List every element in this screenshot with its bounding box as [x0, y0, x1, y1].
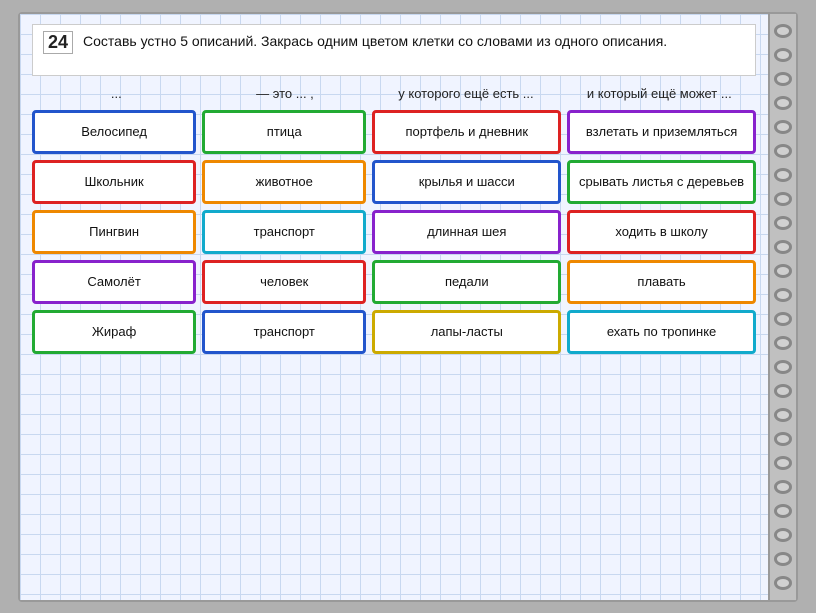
- spiral-ring: [774, 144, 792, 158]
- cell-r1-c1: Велосипед: [32, 110, 196, 154]
- spiral-ring: [774, 96, 792, 110]
- spiral-ring: [774, 72, 792, 86]
- table-row: Велосипед птица портфель и дневник взлет…: [32, 110, 756, 154]
- spiral-ring: [774, 336, 792, 350]
- task-header: 24 Составь устно 5 описаний. Закрась одн…: [32, 24, 756, 76]
- task-text: Составь устно 5 описаний. Закрась одним …: [83, 31, 667, 52]
- spiral-ring: [774, 264, 792, 278]
- spiral-ring: [774, 312, 792, 326]
- cell-r5-c3: лапы-ласты: [372, 310, 561, 354]
- spiral-ring: [774, 24, 792, 38]
- cell-r5-c2: транспорт: [202, 310, 366, 354]
- notebook-content: 24 Составь устно 5 описаний. Закрась одн…: [20, 14, 768, 600]
- cell-r2-c4: срывать листья с деревьев: [567, 160, 756, 204]
- col-header-3: у которого ещё есть ...: [371, 84, 560, 105]
- col-header-2: — это ... ,: [203, 84, 368, 105]
- col-header-4: и который ещё может ...: [565, 84, 754, 105]
- cell-r2-c3: крылья и шасси: [372, 160, 561, 204]
- col-header-1: ...: [34, 84, 199, 105]
- spiral-ring: [774, 576, 792, 590]
- spiral-ring: [774, 240, 792, 254]
- table-row: Самолёт человек педали плавать: [32, 260, 756, 304]
- table-wrapper: ... — это ... , у которого ещё есть ... …: [32, 84, 756, 590]
- cell-r2-c2: животное: [202, 160, 366, 204]
- cell-r5-c1: Жираф: [32, 310, 196, 354]
- spiral-ring: [774, 120, 792, 134]
- spiral-ring: [774, 504, 792, 518]
- cell-r4-c3: педали: [372, 260, 561, 304]
- spiral-ring: [774, 216, 792, 230]
- table-header-row: ... — это ... , у которого ещё есть ... …: [32, 84, 756, 105]
- spiral-ring: [774, 552, 792, 566]
- spiral-ring: [774, 432, 792, 446]
- notebook: 24 Составь устно 5 описаний. Закрась одн…: [18, 12, 798, 602]
- table-row: Школьник животное крылья и шасси срывать…: [32, 160, 756, 204]
- spiral-ring: [774, 384, 792, 398]
- spiral-ring: [774, 168, 792, 182]
- spiral-binding: [768, 14, 796, 600]
- cell-r3-c1: Пингвин: [32, 210, 196, 254]
- spiral-ring: [774, 288, 792, 302]
- cell-r3-c3: длинная шея: [372, 210, 561, 254]
- cell-r4-c2: человек: [202, 260, 366, 304]
- spiral-ring: [774, 192, 792, 206]
- cell-r4-c1: Самолёт: [32, 260, 196, 304]
- spiral-ring: [774, 360, 792, 374]
- spiral-ring: [774, 456, 792, 470]
- spiral-ring: [774, 48, 792, 62]
- cell-r5-c4: ехать по тропинке: [567, 310, 756, 354]
- spiral-ring: [774, 408, 792, 422]
- cell-r1-c2: птица: [202, 110, 366, 154]
- cell-r1-c4: взлетать и приземляться: [567, 110, 756, 154]
- cell-r4-c4: плавать: [567, 260, 756, 304]
- cell-r3-c4: ходить в школу: [567, 210, 756, 254]
- cell-r2-c1: Школьник: [32, 160, 196, 204]
- spiral-ring: [774, 528, 792, 542]
- table-row: Пингвин транспорт длинная шея ходить в ш…: [32, 210, 756, 254]
- cell-r1-c3: портфель и дневник: [372, 110, 561, 154]
- task-number: 24: [43, 31, 73, 54]
- cell-r3-c2: транспорт: [202, 210, 366, 254]
- table-row: Жираф транспорт лапы-ласты ехать по троп…: [32, 310, 756, 354]
- table-body: Велосипед птица портфель и дневник взлет…: [32, 110, 756, 589]
- spiral-ring: [774, 480, 792, 494]
